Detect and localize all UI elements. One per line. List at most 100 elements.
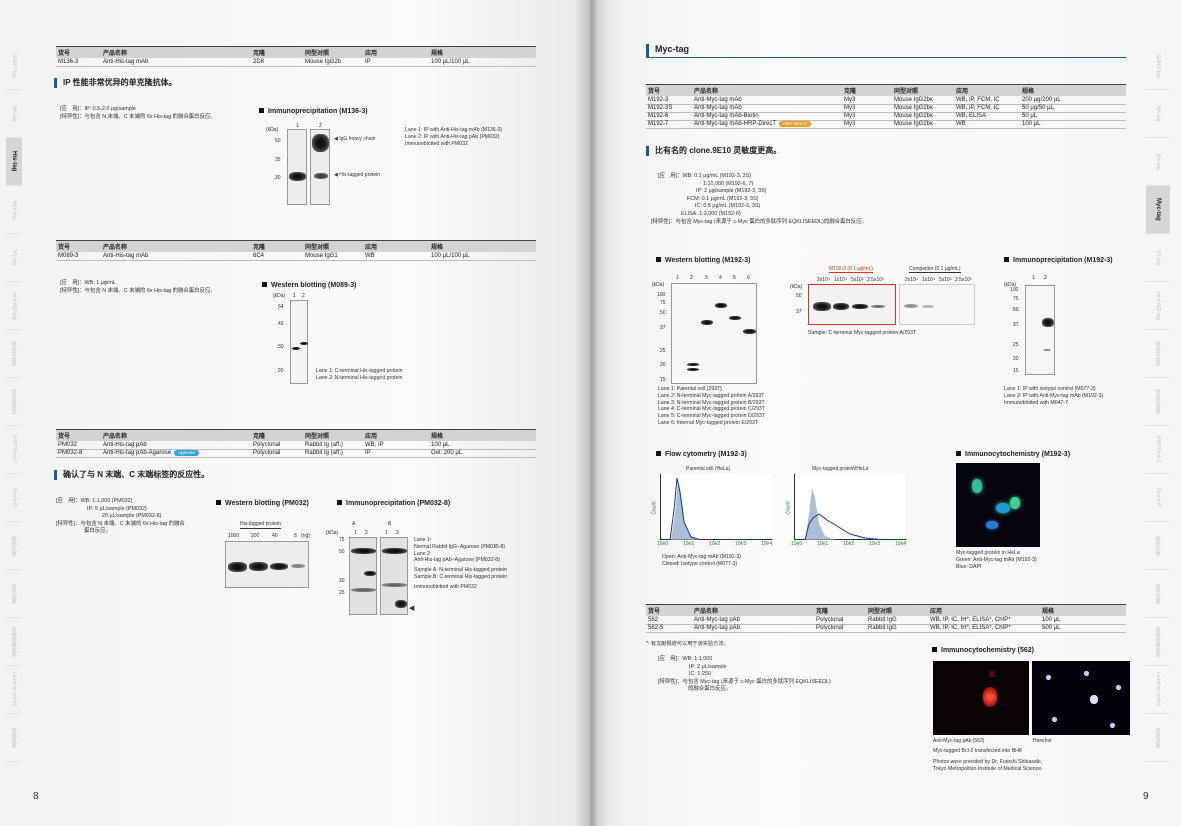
col-size: 规格 [429, 46, 536, 58]
side-tab-3[interactable]: Myc-tag [1146, 186, 1170, 234]
lane-label: 8 [294, 533, 297, 539]
col-application: 应用 [954, 84, 1020, 96]
marker-label: 35 [275, 157, 281, 163]
side-tab-2[interactable]: His-tag [1146, 138, 1170, 186]
cell: Anti-Myc-tag pAb [692, 624, 814, 633]
app-line: 1:10,000 (M192-6, 7) [703, 180, 754, 187]
cell: Polyclonal [251, 441, 303, 450]
side-tab-8[interactable]: HRP-DirecT [6, 426, 22, 474]
side-tab-0[interactable]: SUMO-tag [1146, 42, 1170, 90]
side-tab-1[interactable]: HA-tag [1146, 90, 1170, 138]
side-tab-13[interactable]: Loading control [1146, 666, 1170, 714]
icc-image-562-red [933, 661, 1029, 735]
side-tab-4[interactable]: V5-tag [1146, 234, 1170, 282]
cell: WB [954, 120, 1020, 129]
side-tab-11[interactable]: 研究試薬 [6, 570, 22, 618]
lane-label: 2 [365, 530, 368, 536]
caption-line: Lane 1: C-terminal His-tagged protein [316, 368, 403, 374]
caption-line: Lane 3: N-terminal Myc-tagged protein B/… [658, 399, 765, 406]
marker-label: 20 [660, 362, 666, 368]
icc-image-m192 [956, 463, 1040, 547]
app-line: [应 用]：WB: 1:1,000 (PM032) [56, 498, 133, 504]
dilution-label: 2x10⁴ [905, 277, 918, 283]
side-tab-0[interactable]: SUMO-tag [6, 42, 22, 90]
marker-label: 25 [339, 590, 345, 596]
figure-caption-ip-pm032-8: Lane 1: Normal Rabbit IgG–Agarose (PM035… [414, 537, 507, 591]
cell: My3 [842, 120, 892, 129]
marker-label: 50 [339, 549, 345, 555]
side-tab-10[interactable]: 精制抗体 [1146, 522, 1170, 570]
side-tab-14[interactable]: 関連試薬 [6, 714, 22, 762]
side-tab-11[interactable]: 研究試薬 [1146, 570, 1170, 618]
side-tab-10[interactable]: 精制抗体 [6, 522, 22, 570]
figure-caption-ip-m136: Lane 1: IP with Anti-His-tag mAb (M136-3… [405, 127, 502, 147]
caption-line: Lane 1: IP with isotype control (M077-3) [1004, 386, 1096, 392]
figure-title-ip-m136: Immunoprecipitation (M136-3) [259, 108, 368, 115]
figure-title-wb-pm032: Western blotting (PM032) [216, 500, 309, 507]
col-clone: 克隆 [814, 604, 866, 616]
lane-label: 2 [302, 293, 305, 299]
col-catalog: 货号 [56, 429, 101, 441]
cell: Polyclonal [251, 449, 303, 458]
icc-label: Hoechst [1033, 738, 1052, 744]
app-line: 20 μL/sample (PM032-8) [102, 513, 162, 520]
heading-m192: 比有名的 clone.9E10 灵敏度更高。 [646, 146, 781, 156]
side-tab-1[interactable]: HA-tag [6, 90, 22, 138]
blot-wb-m192 [671, 283, 757, 384]
side-tab-label: 実験関連試薬 [1154, 626, 1161, 657]
app-line: [应 用]：WB: 1:1,000 [658, 656, 713, 662]
side-tab-7[interactable]: 蛋白質標識 [6, 378, 22, 426]
figure-caption-comparison: Sample: C-terminal Myc-tagged protein A/… [808, 330, 917, 336]
app-line: 的融合蛋白反应。 [688, 686, 732, 693]
lane-label: 1 [293, 293, 296, 299]
lane-label: 1 [385, 530, 388, 536]
marker-label: 30 [275, 175, 281, 181]
side-tab-9[interactable]: Direct-IP [6, 474, 22, 522]
lane-label: 3 [705, 275, 708, 281]
cell: Anti-His-tag mAb [101, 252, 251, 261]
table-row: M089-3 Anti-His-tag mAb 6C4 Mouse IgG1 W… [56, 252, 536, 261]
side-tab-4[interactable]: V5-tag [6, 234, 22, 282]
lane-label: 2 [690, 275, 693, 281]
side-tab-8[interactable]: HRP-DirecT [1146, 426, 1170, 474]
side-tab-2[interactable]: His-tag [6, 138, 22, 186]
side-tab-13[interactable]: Loading control [6, 666, 22, 714]
cell: Mouse IgG2bκ [892, 120, 954, 129]
caption-line: Tokyo Metropolitan Institute of Medical … [933, 765, 1043, 772]
side-tab-6[interactable]: 蛍光蛋白質 [6, 330, 22, 378]
col-catalog: 货号 [56, 240, 101, 252]
cell: Mouse IgG2bκ [892, 96, 954, 105]
kda-label: (kDa) [266, 127, 279, 133]
side-tab-9[interactable]: Direct-IP [1146, 474, 1170, 522]
side-tab-label: mini-AID-tag [1155, 291, 1161, 320]
cell: 100 μL [1040, 616, 1126, 625]
side-tab-6[interactable]: 蛍光蛋白質 [1146, 330, 1170, 378]
cell: 562 [646, 616, 692, 625]
marker-label: 50 [275, 138, 281, 144]
side-tab-14[interactable]: 関連試薬 [1146, 714, 1170, 762]
side-tab-12[interactable]: 実験関連試薬 [1146, 618, 1170, 666]
side-tab-label: 蛍光蛋白質 [1154, 341, 1161, 366]
lane-label: 2 [396, 530, 399, 536]
marker-label: 50 [796, 293, 802, 299]
col-name: 产品名称 [101, 240, 251, 252]
application-text-562: [应 用]：WB: 1:1,000 IP: 2 μL/sample IC: 1:… [658, 656, 831, 694]
side-tab-3[interactable]: Myc-tag [6, 186, 22, 234]
side-tab-5[interactable]: mini-AID-tag [6, 282, 22, 330]
side-tab-label: Loading control [1155, 672, 1161, 707]
table-row: M192-3S Anti-Myc-tag mAb My3 Mouse IgG2b… [646, 104, 1126, 113]
col-isotype: 同型对照 [303, 240, 363, 252]
blot-ip-m192 [1025, 285, 1055, 375]
side-tab-label: Myc-tag [11, 200, 17, 219]
cell: Mouse IgG2bκ [892, 104, 954, 113]
side-tab-7[interactable]: 蛋白質標識 [1146, 378, 1170, 426]
col-catalog: 货号 [646, 604, 692, 616]
cell: WB, IP, IC, IH*, ELISA*, ChIP* [928, 624, 1040, 633]
side-tab-label: 関連試薬 [10, 727, 17, 748]
side-tab-5[interactable]: mini-AID-tag [1146, 282, 1170, 330]
app-line: FCM: 0.1 μg/mL (M192-3, 3S) [687, 195, 759, 202]
side-tab-12[interactable]: 実験関連試薬 [6, 618, 22, 666]
side-tab-label: Direct-IP [1155, 487, 1161, 508]
lane-label: 4 [719, 275, 722, 281]
caption-line: Lane 6: Internal Myc-tagged protein E/29… [658, 419, 759, 426]
